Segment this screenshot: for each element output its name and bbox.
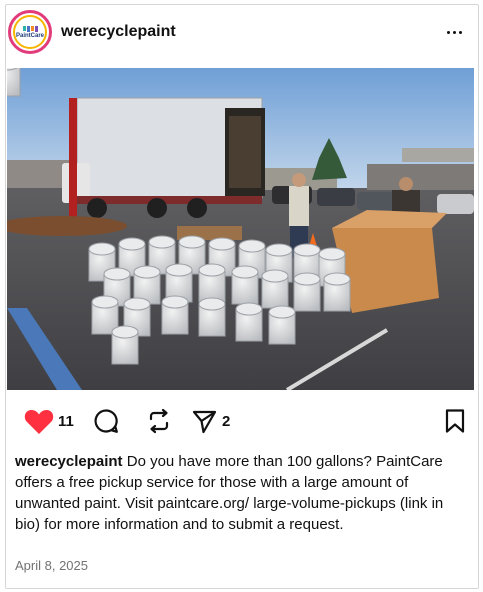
send-icon[interactable] [191,408,218,435]
like-count: 11 [58,412,74,430]
more-options-icon[interactable] [442,20,466,44]
heart-icon[interactable] [24,408,54,435]
comment-group [93,404,119,438]
repost-group [146,404,172,438]
share-count: 2 [222,412,231,430]
username[interactable]: werecyclepaint [61,23,176,41]
like-group: 11 [24,404,74,438]
caption-username[interactable]: werecyclepaint [15,453,123,470]
avatar[interactable]: PaintCare [8,10,52,54]
comment-icon[interactable] [93,408,119,434]
post-photo [7,68,474,390]
post-caption: werecyclepaint Do you have more than 100… [15,451,465,535]
repost-icon[interactable] [146,408,172,434]
save-group [444,404,466,438]
post-image[interactable] [7,68,474,390]
share-group: 2 [191,404,230,438]
post-actions: 11 2 [8,404,466,438]
logo-text: PaintCare [16,32,45,39]
post-header: PaintCare werecyclepaint [8,9,466,55]
paint-cans-icon [22,25,38,32]
paintcare-logo: PaintCare [16,19,45,45]
bookmark-icon[interactable] [444,408,466,434]
post-date: April 8, 2025 [15,558,88,573]
